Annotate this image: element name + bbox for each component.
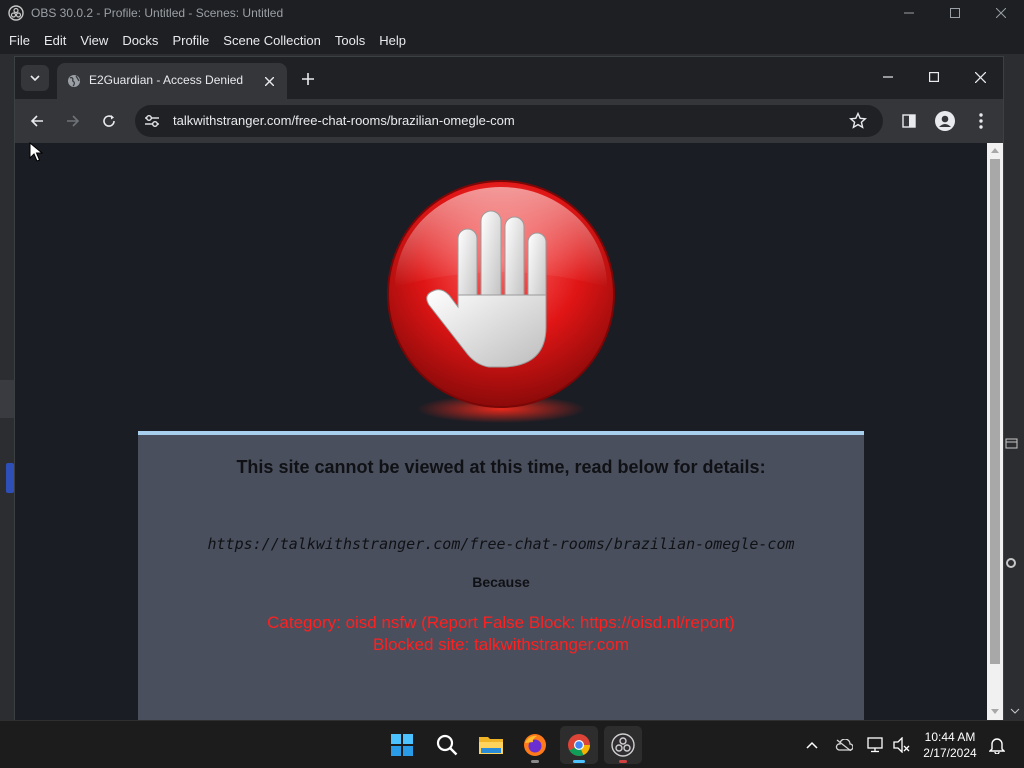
windows-taskbar: 10:44 AM 2/17/2024 (0, 720, 1024, 768)
because-label: Because (472, 574, 530, 590)
profile-avatar-icon (935, 111, 955, 131)
obs-minimize-button[interactable] (886, 0, 932, 26)
chrome-close-button[interactable] (957, 63, 1003, 91)
chrome-maximize-button[interactable] (911, 63, 957, 91)
address-bar[interactable]: talkwithstranger.com/free-chat-rooms/bra… (135, 105, 883, 137)
chevron-down-icon (30, 75, 40, 81)
obs-window-title: OBS 30.0.2 - Profile: Untitled - Scenes:… (31, 6, 284, 20)
site-settings-icon[interactable] (144, 114, 160, 128)
recording-indicator (619, 760, 627, 763)
obs-dock-float-icon[interactable] (1005, 436, 1019, 450)
running-indicator (531, 760, 539, 763)
obs-scroll-down-icon[interactable] (1010, 706, 1020, 716)
profile-button[interactable] (931, 107, 959, 135)
block-message-panel: This site cannot be viewed at this time,… (138, 431, 864, 720)
obs-menubar: File Edit View Docks Profile Scene Colle… (0, 26, 1024, 54)
page-content: This site cannot be viewed at this time,… (15, 143, 987, 720)
tab-search-button[interactable] (21, 65, 49, 91)
menu-button[interactable] (967, 107, 995, 135)
obs-maximize-button[interactable] (932, 0, 978, 26)
obs-taskbar-button[interactable] (604, 726, 642, 764)
notifications-button[interactable] (987, 735, 1007, 755)
tab-title: E2Guardian - Access Denied (89, 73, 244, 87)
windows-start-icon (391, 734, 413, 756)
chevron-up-icon (806, 741, 818, 749)
menu-tools[interactable]: Tools (328, 33, 372, 48)
block-heading: This site cannot be viewed at this time,… (236, 457, 766, 477)
chrome-window: E2Guardian - Access Denied talkwithstran… (14, 56, 1004, 720)
chrome-minimize-button[interactable] (865, 63, 911, 91)
side-panel-icon (902, 114, 916, 128)
chrome-icon (568, 734, 590, 756)
arrow-right-icon (67, 115, 80, 127)
minimize-icon (883, 76, 893, 78)
obs-titlebar: OBS 30.0.2 - Profile: Untitled - Scenes:… (0, 0, 1024, 26)
chrome-taskbar-button[interactable] (560, 726, 598, 764)
firefox-icon (524, 734, 546, 756)
clock-time: 10:44 AM (924, 730, 976, 744)
volume-tray-button[interactable] (892, 735, 912, 755)
file-explorer-button[interactable] (472, 726, 510, 764)
menu-docks[interactable]: Docks (115, 33, 165, 48)
bookmark-star-icon[interactable] (849, 112, 867, 130)
maximize-icon (929, 72, 939, 82)
menu-edit[interactable]: Edit (37, 33, 73, 48)
menu-scene-collection[interactable]: Scene Collection (216, 33, 328, 48)
clock-date: 2/17/2024 (923, 746, 977, 760)
close-icon (974, 71, 986, 83)
forward-button[interactable] (59, 107, 87, 135)
active-indicator (573, 760, 585, 763)
search-icon (436, 734, 458, 756)
obs-icon (611, 733, 635, 757)
firefox-button[interactable] (516, 726, 554, 764)
tab-close-button[interactable] (261, 73, 277, 89)
scroll-up-icon[interactable] (991, 147, 999, 153)
scroll-down-icon[interactable] (991, 709, 999, 715)
network-icon (867, 737, 883, 753)
page-scrollbar[interactable] (987, 143, 1003, 720)
mouse-cursor-icon (29, 142, 43, 162)
taskbar-search-button[interactable] (428, 726, 466, 764)
show-hidden-icons-button[interactable] (802, 735, 822, 755)
stop-hand-icon (387, 180, 615, 423)
new-tab-button[interactable] (297, 68, 319, 90)
tab-strip: E2Guardian - Access Denied (15, 57, 1003, 99)
bell-icon (989, 738, 1005, 754)
blocked-url: https://talkwithstranger.com/free-chat-r… (207, 535, 795, 553)
back-button[interactable] (23, 107, 51, 135)
kebab-menu-icon (979, 113, 983, 129)
reload-button[interactable] (95, 107, 123, 135)
tab-e2guardian[interactable]: E2Guardian - Access Denied (57, 63, 287, 99)
minimize-icon (904, 12, 914, 14)
globe-icon (68, 75, 80, 87)
menu-help[interactable]: Help (372, 33, 413, 48)
scrollbar-thumb[interactable] (990, 159, 1000, 664)
menu-profile[interactable]: Profile (165, 33, 216, 48)
side-panel-button[interactable] (895, 107, 923, 135)
network-tray-button[interactable] (866, 735, 886, 755)
menu-file[interactable]: File (2, 33, 37, 48)
plus-icon (302, 73, 314, 85)
file-explorer-icon (479, 737, 503, 754)
obs-logo-icon (8, 5, 24, 21)
address-url: talkwithstranger.com/free-chat-rooms/bra… (173, 113, 515, 128)
menu-view[interactable]: View (73, 33, 115, 48)
obs-close-button[interactable] (978, 0, 1024, 26)
close-icon (264, 76, 274, 86)
system-clock[interactable]: 10:44 AM 2/17/2024 (916, 729, 984, 761)
arrow-left-icon (30, 115, 43, 127)
block-category: Category: oisd nsfw (Report False Block:… (267, 613, 735, 632)
onedrive-tray-button[interactable] (834, 735, 854, 755)
obs-settings-gear-icon[interactable] (1004, 556, 1018, 570)
onedrive-cloud-icon (835, 739, 853, 751)
close-icon (996, 8, 1006, 18)
browser-toolbar: talkwithstranger.com/free-chat-rooms/bra… (15, 99, 1003, 143)
volume-muted-icon (893, 737, 910, 753)
reload-icon (103, 115, 115, 127)
start-button[interactable] (383, 726, 421, 764)
obs-dock-edge-left (0, 380, 14, 418)
blocked-site: Blocked site: talkwithstranger.com (372, 635, 630, 654)
maximize-icon (950, 8, 960, 18)
obs-dock-tab-left (6, 463, 14, 493)
